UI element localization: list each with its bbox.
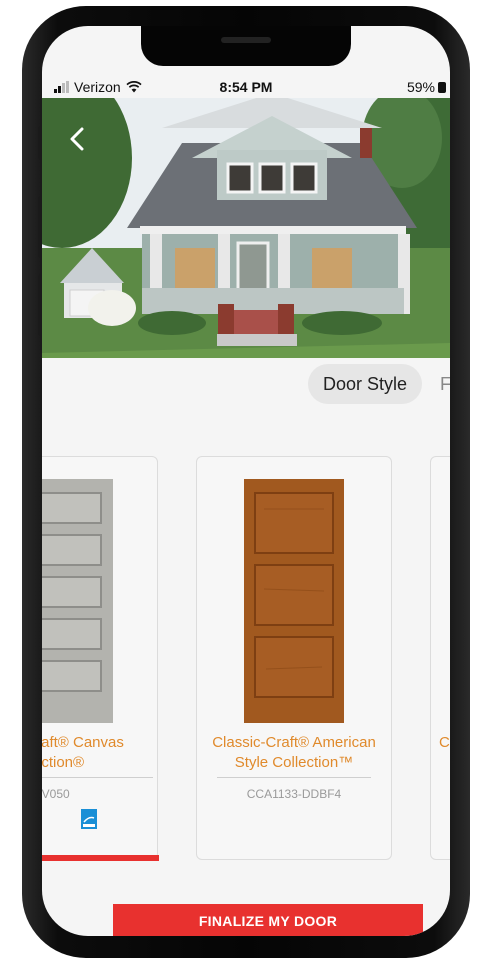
tab-next[interactable]: Fi	[440, 374, 450, 395]
finalize-button[interactable]: FINALIZE MY DOOR	[113, 904, 423, 936]
selected-indicator	[42, 855, 159, 861]
american-style-door-image	[244, 479, 344, 723]
notch	[141, 26, 351, 66]
battery-group: 59%	[407, 79, 446, 95]
configurator-tabs: Door Style Fi	[42, 364, 450, 408]
status-bar: Verizon 8:54 PM 59%	[42, 78, 450, 98]
house-illustration	[42, 98, 450, 358]
product-name-line1: Classic-Craft® American	[212, 734, 376, 751]
back-icon[interactable]	[64, 124, 94, 154]
clock: 8:54 PM	[219, 79, 273, 95]
product-code: CCA1133-DDBF4	[246, 787, 342, 801]
product-name-line2: ection®	[42, 754, 85, 771]
product-card[interactable]: Cla	[430, 456, 450, 860]
energy-star-icon	[81, 809, 97, 829]
card-divider	[217, 777, 371, 778]
canvas-door-image	[42, 479, 113, 723]
product-card[interactable]: raft® Canvas ection® CV050	[42, 456, 159, 861]
app-screen: Verizon 8:54 PM 59% Door Style F raft® C…	[42, 26, 450, 936]
battery-percent: 59%	[406, 79, 435, 95]
card-divider	[42, 777, 153, 778]
speaker-grille	[221, 37, 271, 43]
product-card[interactable]: Classic-Craft® American Style Collection…	[196, 456, 392, 860]
product-name-line1: Cla	[439, 734, 450, 751]
product-name-line2: Style Collection™	[234, 754, 354, 771]
product-code: CV050	[42, 787, 70, 801]
product-name-line1: raft® Canvas	[42, 734, 124, 751]
tab-door-style[interactable]: Door Style	[308, 364, 422, 404]
house-preview-image	[42, 98, 450, 358]
battery-icon	[438, 81, 446, 93]
